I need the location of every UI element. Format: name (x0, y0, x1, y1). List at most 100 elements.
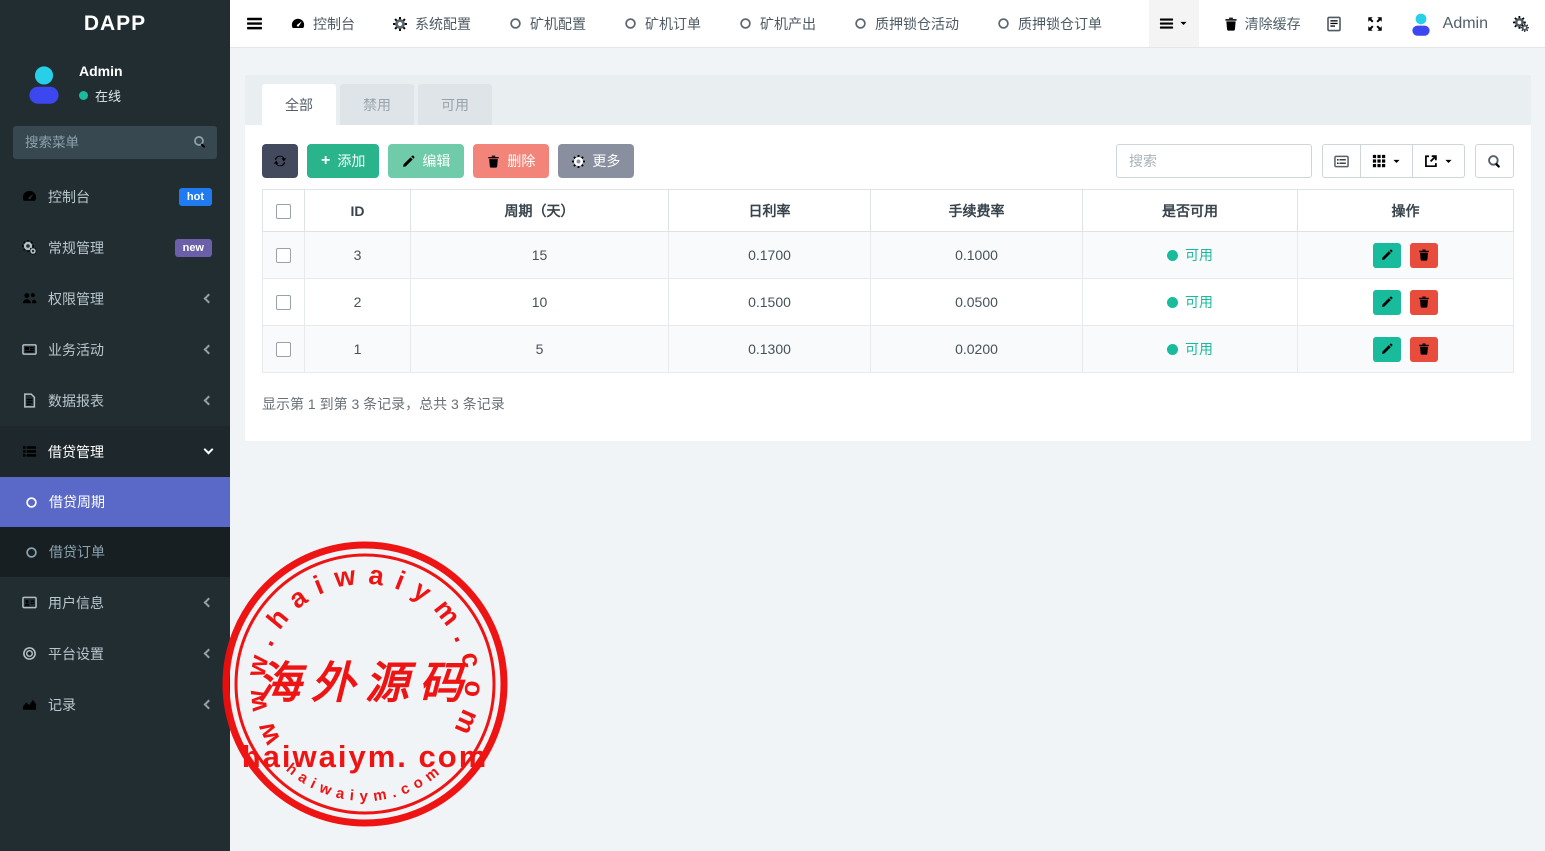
status-dot-icon (1167, 344, 1178, 355)
pagination-info: 显示第 1 到第 3 条记录，总共 3 条记录 (262, 394, 1514, 414)
row-edit-button[interactable] (1373, 337, 1401, 362)
sidebar-item-dashboard[interactable]: 控制台 hot (0, 171, 230, 222)
topbar-user-menu[interactable]: Admin (1408, 11, 1488, 37)
topnav-staking-activity[interactable]: 质押锁仓活动 (854, 14, 959, 34)
row-edit-button[interactable] (1373, 290, 1401, 315)
row-delete-button[interactable] (1410, 337, 1438, 362)
cell-period: 5 (411, 326, 669, 373)
caret-down-icon (1179, 19, 1188, 28)
tab-disabled[interactable]: 禁用 (340, 84, 414, 125)
trash-icon (487, 155, 500, 168)
new-badge: new (175, 239, 212, 257)
online-dot-icon (79, 91, 88, 100)
topnav-miner-orders[interactable]: 矿机订单 (624, 14, 701, 34)
cell-fee-rate: 0.1000 (871, 232, 1083, 279)
row-delete-button[interactable] (1410, 290, 1438, 315)
column-header-daily-rate: 日利率 (669, 190, 871, 232)
sidebar-item-lending[interactable]: 借贷管理 (0, 426, 230, 477)
chevron-left-icon (204, 700, 214, 710)
topnav-system-config[interactable]: 系统配置 (393, 14, 471, 34)
more-button[interactable]: 更多 (558, 144, 634, 178)
plus-icon: + (321, 153, 330, 169)
export-button[interactable] (1413, 144, 1465, 178)
sidebar-item-records[interactable]: 记录 (0, 679, 230, 730)
tachometer-icon (22, 189, 37, 204)
sidebar-menu: 控制台 hot 常规管理 new 权限管理 业务活动 数据报表 借贷管理 (0, 171, 230, 730)
row-checkbox[interactable] (276, 295, 291, 310)
row-checkbox[interactable] (276, 248, 291, 263)
sidebar-item-lending-period[interactable]: 借贷周期 (0, 477, 230, 527)
sidebar: DAPP Admin 在线 控制台 hot 常规管理 new 权限管理 (0, 0, 230, 851)
row-edit-button[interactable] (1373, 243, 1401, 268)
cell-fee-rate: 0.0200 (871, 326, 1083, 373)
tab-list-dropdown[interactable] (1149, 0, 1199, 47)
tab-all[interactable]: 全部 (262, 84, 336, 125)
fullscreen-icon[interactable] (1367, 16, 1383, 32)
sidebar-item-business[interactable]: 业务活动 (0, 324, 230, 375)
table-row: 1 5 0.1300 0.0200 可用 (263, 326, 1514, 373)
hamburger-icon[interactable] (246, 15, 263, 32)
chevron-down-icon (204, 445, 214, 455)
trash-icon (1224, 17, 1238, 31)
newspaper-icon (22, 342, 37, 357)
sidebar-item-platform-settings[interactable]: 平台设置 (0, 628, 230, 679)
trash-icon (1418, 343, 1430, 355)
topnav-miner-output[interactable]: 矿机产出 (739, 14, 816, 34)
user-panel: Admin 在线 (0, 48, 230, 116)
table-header-row: ID 周期（天） 日利率 手续费率 是否可用 操作 (263, 190, 1514, 232)
topnav-staking-orders[interactable]: 质押锁仓订单 (997, 14, 1102, 34)
pencil-icon (1381, 296, 1393, 308)
translation-book-icon[interactable] (1326, 16, 1342, 32)
delete-button[interactable]: 删除 (473, 144, 549, 178)
status-dot-icon (1167, 250, 1178, 261)
status-badge: 可用 (1167, 339, 1213, 359)
sidebar-item-user-info[interactable]: 用户信息 (0, 577, 230, 628)
list-icon (1159, 16, 1174, 31)
clear-cache-button[interactable]: 清除缓存 (1224, 14, 1301, 34)
pencil-icon (1381, 343, 1393, 355)
sidebar-search-input[interactable] (13, 126, 217, 159)
hot-badge: hot (179, 188, 212, 206)
edit-button[interactable]: 编辑 (388, 144, 464, 178)
sidebar-item-permissions[interactable]: 权限管理 (0, 273, 230, 324)
chevron-left-icon (204, 294, 214, 304)
cell-period: 15 (411, 232, 669, 279)
add-button[interactable]: + 添加 (307, 144, 379, 178)
app-brand: DAPP (0, 0, 230, 48)
pencil-icon (402, 155, 415, 168)
search-icon[interactable] (193, 135, 207, 149)
row-checkbox[interactable] (276, 342, 291, 357)
columns-button[interactable] (1361, 144, 1413, 178)
gear-icon (572, 155, 585, 168)
list-icon (22, 444, 37, 459)
sidebar-search (13, 126, 217, 159)
table-view-buttons (1322, 144, 1465, 178)
sidebar-item-general[interactable]: 常规管理 new (0, 222, 230, 273)
avatar (22, 62, 66, 106)
table-search-input[interactable] (1116, 144, 1312, 178)
main-content: 全部 禁用 可用 + 添加 编辑 删除 (230, 48, 1545, 851)
area-chart-icon (22, 697, 37, 712)
topnav-dashboard[interactable]: 控制台 (291, 14, 355, 34)
select-all-checkbox[interactable] (276, 204, 291, 219)
export-icon (1424, 154, 1438, 168)
topbar: 控制台 系统配置 矿机配置 矿机订单 矿机产出 质押锁仓活动 质押锁仓订单 (230, 0, 1545, 48)
avatar (1408, 11, 1434, 37)
sidebar-item-lending-orders[interactable]: 借贷订单 (0, 527, 230, 577)
pencil-icon (1381, 249, 1393, 261)
settings-cogs-icon[interactable] (1513, 16, 1529, 32)
id-card-icon (22, 595, 37, 610)
row-delete-button[interactable] (1410, 243, 1438, 268)
sidebar-item-reports[interactable]: 数据报表 (0, 375, 230, 426)
detail-view-button[interactable] (1322, 144, 1361, 178)
topnav-miner-config[interactable]: 矿机配置 (509, 14, 586, 34)
user-name: Admin (79, 63, 123, 79)
search-button[interactable] (1475, 144, 1514, 178)
column-header-period: 周期（天） (411, 190, 669, 232)
refresh-button[interactable] (262, 144, 298, 178)
chevron-left-icon (204, 396, 214, 406)
column-header-fee-rate: 手续费率 (871, 190, 1083, 232)
status-badge: 可用 (1167, 292, 1213, 312)
tab-available[interactable]: 可用 (418, 84, 492, 125)
circle-icon (624, 17, 637, 30)
